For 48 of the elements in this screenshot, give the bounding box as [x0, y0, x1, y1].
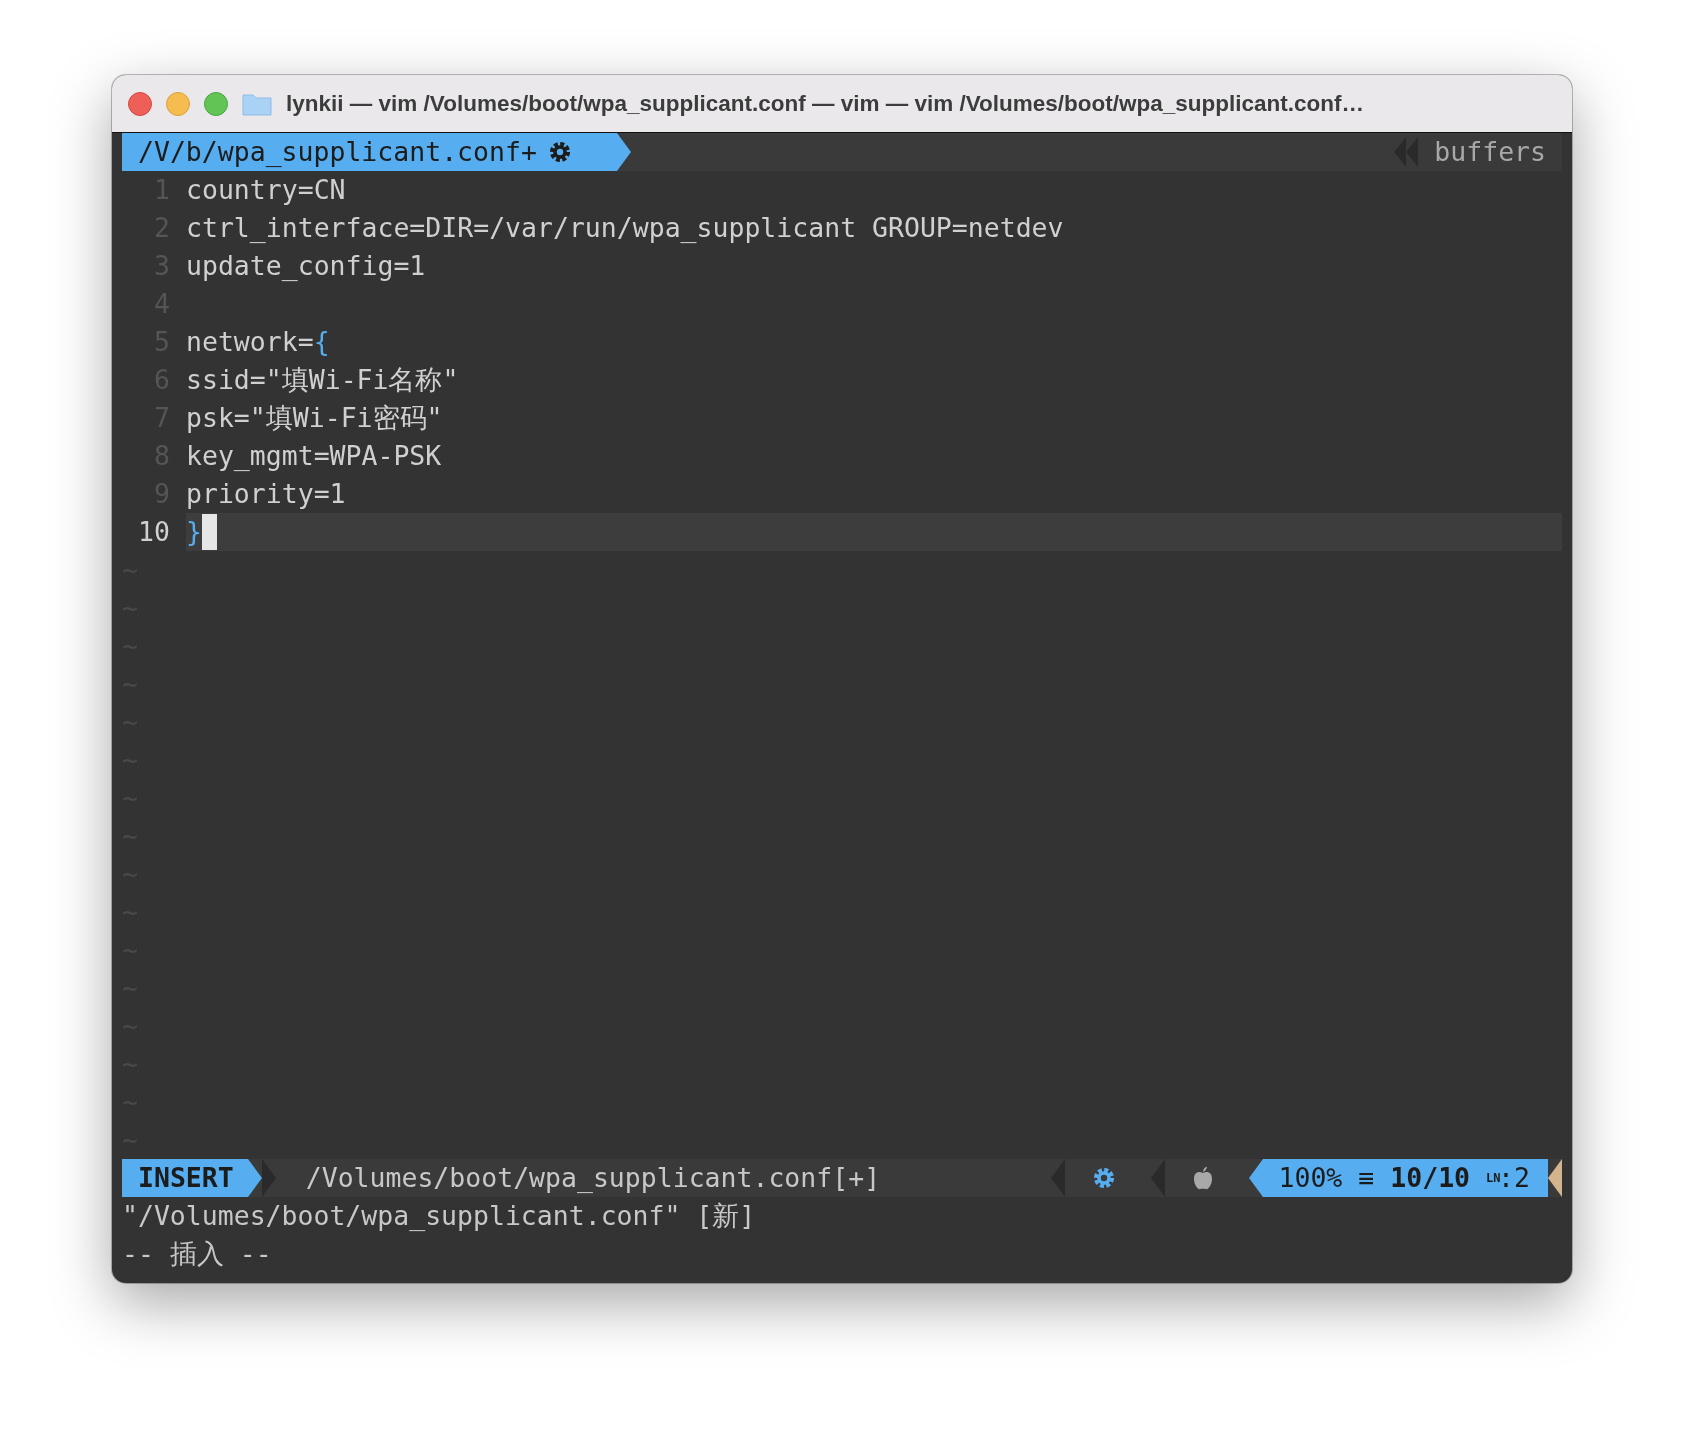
empty-line-marker: ~ [122, 592, 138, 623]
folder-icon [242, 91, 272, 116]
end-arrow-icon [1548, 1159, 1562, 1197]
mode-indicator: INSERT [122, 1159, 248, 1197]
apple-icon [1192, 1166, 1213, 1190]
position-label: 10/10 [1390, 1161, 1471, 1195]
code-line: psk="填Wi-Fi密码" [186, 401, 443, 435]
code-line: ssid="填Wi-Fi名称" [186, 363, 459, 397]
command-message: -- 插入 -- [122, 1238, 272, 1269]
empty-line-marker: ~ [122, 630, 138, 661]
buffer-tab[interactable]: /V/b/wpa_supplicant.conf+ [122, 133, 617, 171]
empty-line-marker: ~ [122, 782, 138, 813]
code-line: update_config=1 [186, 249, 426, 283]
gear-icon [548, 141, 571, 163]
gear-icon [1092, 1167, 1115, 1189]
buffers-label: buffers [1434, 135, 1547, 169]
separator-icon [261, 1159, 276, 1197]
tab-arrow-icon [616, 133, 631, 171]
minimize-button[interactable] [166, 91, 190, 116]
code-line: key_mgmt=WPA-PSK [186, 439, 442, 473]
percent-label: 100% [1278, 1161, 1343, 1195]
command-message: "/Volumes/boot/wpa_supplicant.conf" [新] [122, 1200, 756, 1231]
code-line: country=CN [186, 173, 346, 207]
empty-line-marker: ~ [122, 934, 138, 965]
mode-arrow-icon [247, 1159, 262, 1197]
empty-line-marker: ~ [122, 1010, 138, 1041]
code-brace: } [186, 515, 202, 549]
lines-symbol: ≡ [1358, 1161, 1375, 1195]
empty-line-marker: ~ [122, 972, 138, 1003]
empty-line-marker: ~ [122, 820, 138, 851]
empty-line-marker: ~ [122, 744, 138, 775]
code-line: ctrl_interface=DIR=/var/run/wpa_supplicant GROUP=netdev [186, 211, 1064, 245]
empty-line-marker: ~ [122, 706, 138, 737]
empty-line-marker: ~ [122, 1048, 138, 1079]
code-line: priority=1 [186, 477, 346, 511]
line-number: 10 [137, 515, 171, 549]
code-brace: { [313, 325, 330, 359]
window-title: lynkii — vim /Volumes/boot/wpa_supplicant.conf — vim — vim /Volumes/boot/wpa_supplicant.conf… [286, 90, 1365, 117]
empty-line-marker: ~ [122, 668, 138, 699]
close-button[interactable] [128, 91, 152, 116]
code-line: network= [186, 325, 314, 359]
maximize-button[interactable] [204, 91, 228, 116]
empty-line-marker: ~ [122, 1124, 138, 1155]
empty-line-marker: ~ [122, 896, 138, 927]
empty-line-marker: ~ [122, 1086, 138, 1117]
empty-line-marker: ~ [122, 554, 138, 585]
file-path: /Volumes/boot/wpa_supplicant.conf[+] [305, 1161, 881, 1195]
empty-line-marker: ~ [122, 858, 138, 889]
